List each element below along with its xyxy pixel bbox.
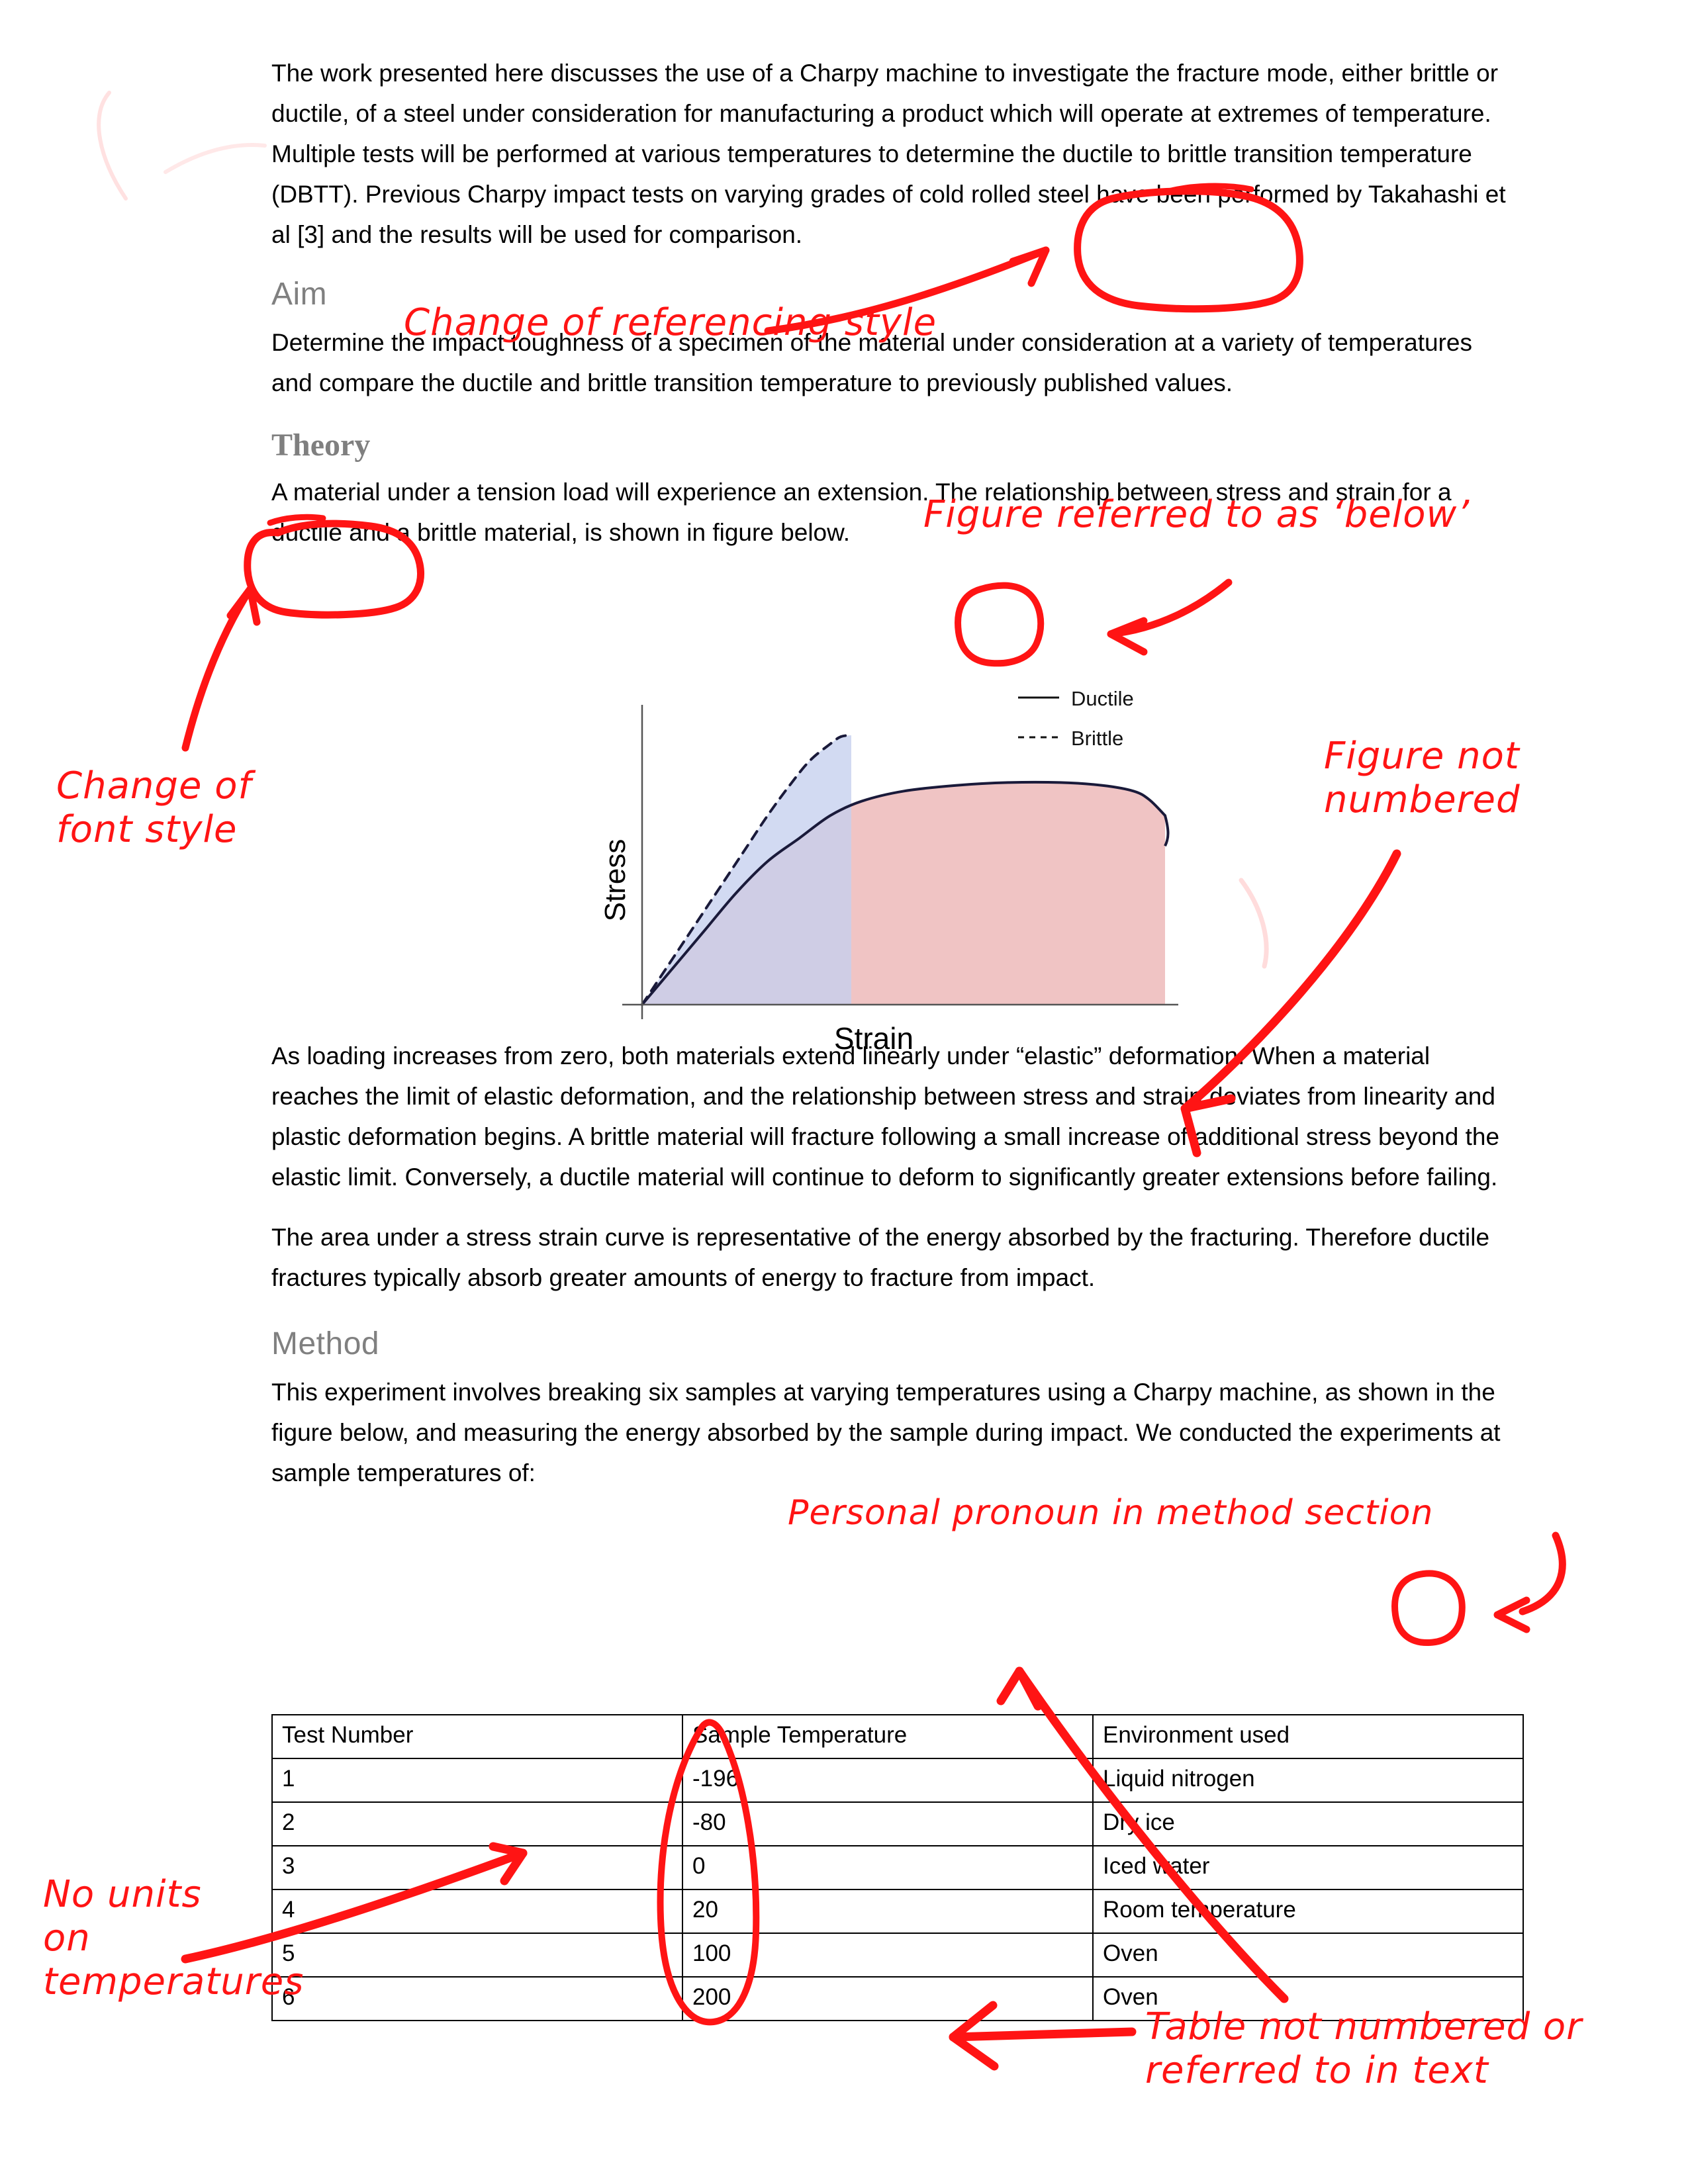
curve-ductile-fracture-drop <box>1164 815 1170 847</box>
table-cell: Oven <box>1092 1933 1524 1978</box>
aim-paragraph: Determine the impact toughness of a spec… <box>271 329 1472 396</box>
table-header-row: Test Number Sample Temperature Environme… <box>271 1714 1524 1759</box>
theory-paragraph: A material under a tension load will exp… <box>271 478 1452 546</box>
table-header-cell: Test Number <box>271 1714 683 1759</box>
table-cell: -80 <box>682 1801 1094 1846</box>
faint-stroke-top-left-2 <box>164 143 267 174</box>
table-cell: 1 <box>271 1758 683 1803</box>
arrow-personal-pronoun <box>1519 1531 1566 1615</box>
method-paragraph: This experiment involves breaking six sa… <box>271 1379 1501 1486</box>
annotation-change-of-font-style: Change of font style <box>56 764 252 851</box>
table-cell: 0 <box>682 1845 1094 1890</box>
table-cell: 5 <box>271 1933 683 1978</box>
arrow-personal-pronoun-head <box>1493 1596 1530 1633</box>
heading-theory: Theory <box>271 428 371 463</box>
table-row: 1 -196 Liquid nitrogen <box>271 1758 1524 1803</box>
chart-legend: Ductile Brittle <box>1018 688 1134 750</box>
table-cell: 20 <box>682 1889 1094 1934</box>
annotation-no-units: No units on temperatures <box>43 1873 305 2003</box>
table-cell: 6 <box>271 1976 683 2021</box>
table-row: 6 200 Oven <box>271 1976 1524 2021</box>
stress-strain-chart: Stress Strain Ductile Brittle <box>599 688 1178 1056</box>
arrow-change-of-font-style-head <box>226 585 261 626</box>
area-fill-brittle <box>642 735 851 1005</box>
table-cell: Iced water <box>1092 1845 1524 1890</box>
table-cell: Liquid nitrogen <box>1092 1758 1524 1803</box>
table-cell: Room temperature <box>1092 1889 1524 1934</box>
table-row: 3 0 Iced water <box>271 1845 1524 1890</box>
legend-label-brittle: Brittle <box>1071 727 1123 750</box>
table-row: 2 -80 Dry ice <box>271 1801 1524 1846</box>
table-cell: 200 <box>682 1976 1094 2021</box>
heading-aim: Aim <box>271 277 328 312</box>
table-cell: 3 <box>271 1845 683 1890</box>
intro-paragraph: The work presented here discusses the us… <box>271 60 1506 248</box>
table-row: 4 20 Room temperature <box>271 1889 1524 1934</box>
arrow-table-not-numbered <box>949 2027 1137 2042</box>
y-axis-label: Stress <box>599 839 632 922</box>
table-cell: Oven <box>1092 1976 1524 2021</box>
heading-method: Method <box>271 1326 380 1361</box>
table-header-cell: Environment used <box>1092 1714 1524 1759</box>
circle-we-pronoun <box>1391 1570 1466 1646</box>
table-cell: 100 <box>682 1933 1094 1978</box>
table-cell: 2 <box>271 1801 683 1846</box>
legend-label-ductile: Ductile <box>1071 688 1134 710</box>
table-cell: 4 <box>271 1889 683 1934</box>
test-conditions-table: Test Number Sample Temperature Environme… <box>271 1714 1524 2021</box>
table-row: 5 100 Oven <box>271 1933 1524 1978</box>
x-axis-label: Strain <box>834 1021 914 1056</box>
arrow-change-of-font-style <box>181 585 254 752</box>
table-element: Test Number Sample Temperature Environme… <box>271 1714 1524 2021</box>
faint-stroke-top-left <box>97 91 128 201</box>
curve-table-pointer-head <box>996 1666 1043 1711</box>
table-header-cell: Sample Temperature <box>682 1714 1094 1759</box>
stress-strain-figure: Stress Strain Ductile Brittle <box>596 688 1205 1165</box>
post-figure-paragraph-2: The area under a stress strain curve is … <box>271 1224 1490 1291</box>
table-cell: Dry ice <box>1092 1801 1524 1846</box>
table-cell: -196 <box>682 1758 1094 1803</box>
